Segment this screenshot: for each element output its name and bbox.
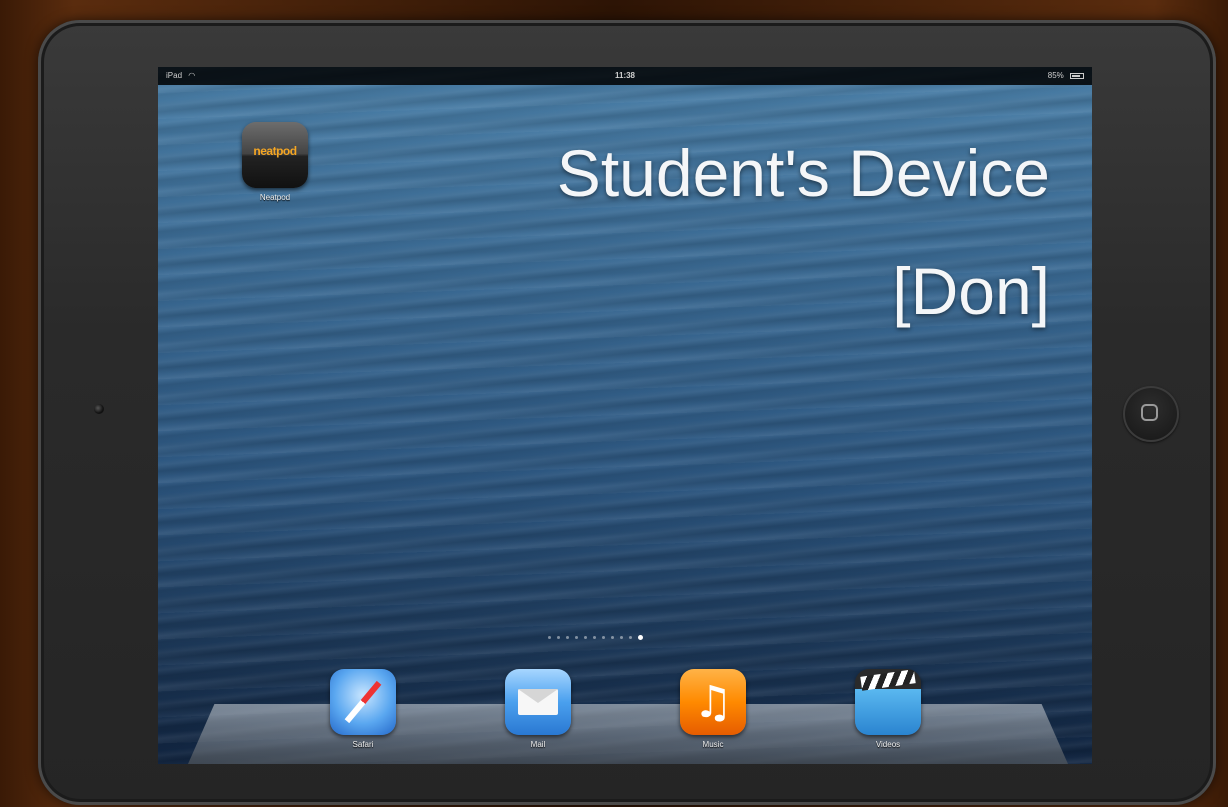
neatpod-logo-text: neatpod	[253, 144, 297, 158]
page-dot[interactable]	[575, 636, 578, 640]
safari-icon	[330, 669, 396, 735]
dock-app-videos[interactable]: Videos	[853, 669, 923, 749]
home-screen: iPad ◠ 11:38 85% neatpod Neatpod Student…	[158, 67, 1092, 764]
dock-app-safari[interactable]: Safari	[328, 669, 398, 749]
videos-icon	[855, 669, 921, 735]
page-dot[interactable]	[584, 636, 587, 640]
home-button[interactable]	[1123, 386, 1179, 442]
dock-app-mail[interactable]: Mail	[503, 669, 573, 749]
overlay-subtitle: [Don]	[892, 254, 1050, 328]
page-dot[interactable]	[620, 636, 623, 640]
app-label: Neatpod	[259, 193, 291, 202]
camera-icon	[94, 404, 104, 414]
app-neatpod[interactable]: neatpod Neatpod	[240, 122, 310, 202]
page-dot[interactable]	[611, 636, 614, 640]
page-indicator[interactable]	[548, 629, 649, 641]
page-dot[interactable]	[557, 636, 560, 640]
dock	[188, 704, 1068, 764]
app-label: Videos	[875, 740, 901, 749]
status-bar: iPad ◠ 11:38 85%	[158, 67, 1092, 85]
music-icon: ♫	[680, 669, 746, 735]
page-dot[interactable]	[548, 636, 551, 640]
page-dot-active[interactable]	[638, 635, 643, 641]
battery-percent: 85%	[1047, 71, 1064, 80]
app-label: Music	[702, 740, 724, 749]
app-label: Safari	[352, 740, 374, 749]
music-note-glyph: ♫	[693, 677, 733, 728]
page-dot[interactable]	[566, 636, 569, 640]
overlay-title: Student's Device	[556, 136, 1050, 210]
page-dot[interactable]	[629, 636, 632, 640]
page-dot[interactable]	[593, 636, 596, 640]
status-time: 11:38	[614, 71, 636, 80]
neatpod-icon: neatpod	[242, 122, 308, 188]
battery-icon	[1070, 72, 1084, 79]
dock-app-music[interactable]: ♫ Music	[678, 669, 748, 749]
app-label: Mail	[530, 740, 546, 749]
home-square-icon	[1141, 404, 1158, 421]
mail-icon	[505, 669, 571, 735]
page-dot[interactable]	[602, 636, 605, 640]
